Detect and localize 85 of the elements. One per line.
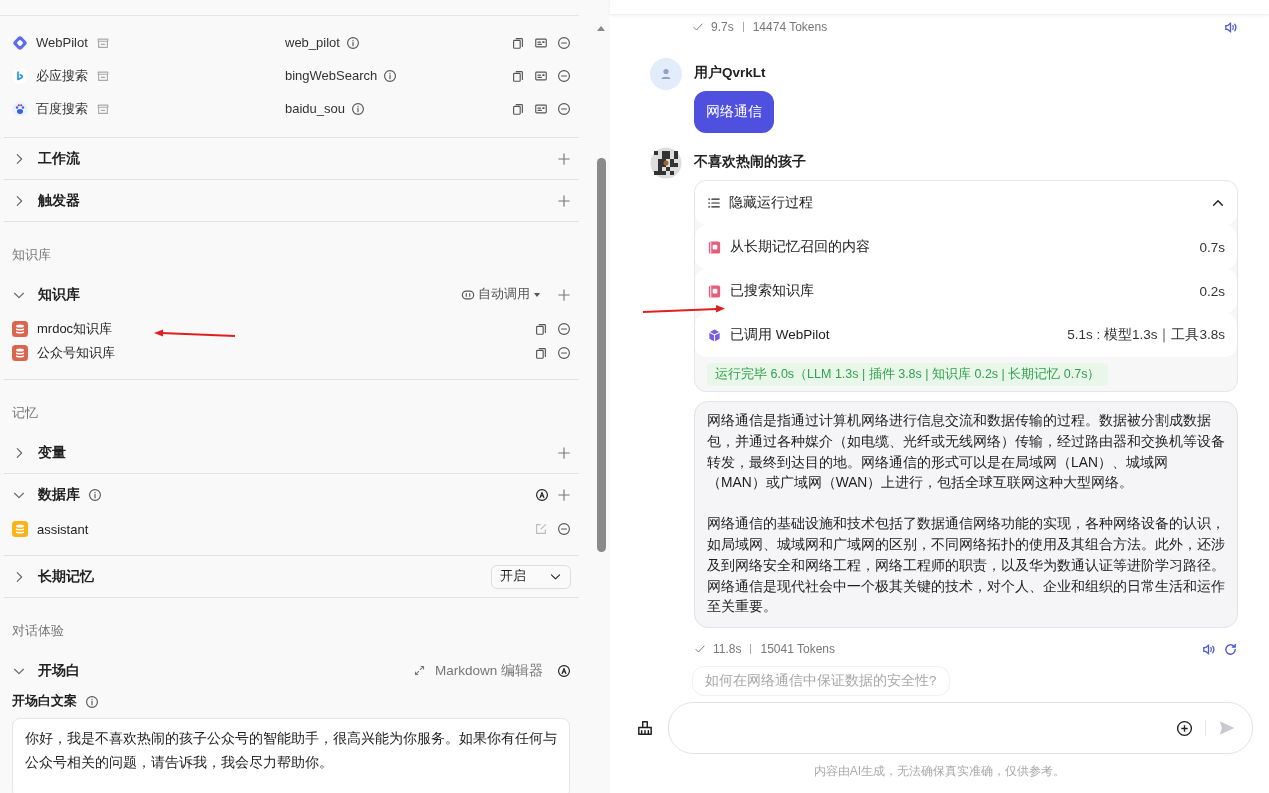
list-icon [707, 196, 721, 210]
card-icon[interactable] [534, 101, 548, 116]
answer-paragraph: 网络通信的基础设施和技术包括了数据通信网络功能的实现，各种网络设备的认识，如局域网、城域网和广域网的区别，不同网络拓扑的使用及其组合方法。此外，还涉及到网络安全和网络工程，网络工程师的职责，以及华为数通认证等进阶学习路径。网络通信是现代社会中一个极其关键的技术，对个人、企业和组织的日常生活和运作至关重要。 [707, 515, 1225, 617]
store-icon [96, 68, 110, 83]
copy-icon[interactable] [534, 346, 548, 360]
section-title[interactable]: 变量 [38, 443, 66, 462]
plugin-name: WebPilot [36, 35, 88, 50]
scroll-up-icon[interactable] [596, 24, 606, 32]
response-time: 9.7s [711, 20, 734, 34]
plugin-name: 百度搜索 [36, 99, 88, 118]
user-name: 用户QvrkLt [694, 64, 767, 82]
plugin-api-name: baidu_sou [285, 101, 345, 116]
card-icon[interactable] [534, 35, 548, 50]
token-count: 15041 Tokens [760, 642, 835, 657]
group-label: 记忆 [11, 404, 39, 422]
copy-icon[interactable] [534, 322, 548, 336]
check-icon [692, 21, 704, 33]
expand-icon[interactable] [412, 664, 426, 677]
speaker-icon[interactable] [1201, 641, 1216, 657]
plugin-api-name: web_pilot [285, 35, 340, 50]
info-icon [383, 68, 398, 83]
response-time: 11.8s [713, 642, 742, 657]
field-label: 开场白文案 [12, 693, 77, 710]
copy-icon[interactable] [511, 68, 525, 83]
info-icon [345, 35, 360, 50]
database-icon [12, 521, 28, 537]
copy-icon[interactable] [511, 35, 525, 50]
group-label: 对话体验 [11, 622, 65, 640]
scrollbar-thumb[interactable] [597, 158, 606, 552]
card-icon[interactable] [534, 68, 548, 83]
info-icon [351, 101, 365, 116]
remove-icon[interactable] [557, 35, 571, 50]
notebook-icon [707, 283, 722, 299]
store-icon [95, 35, 110, 50]
section-title[interactable]: 工作流 [38, 149, 80, 168]
opening-text-field[interactable]: 你好，我是不喜欢热闹的孩子公众号的智能助手，很高兴能为你服务。如果你有任何与公众号相关的问题，请告诉我，我会尽力帮助你。 [12, 718, 570, 793]
auto-icon[interactable] [535, 487, 549, 502]
database-name: assistant [37, 521, 89, 537]
group-label: 知识库 [11, 246, 52, 264]
token-count: 14474 Tokens [752, 20, 828, 34]
bot-name: 不喜欢热闹的孩子 [694, 153, 807, 171]
remove-icon[interactable] [557, 68, 571, 83]
select-dropdown[interactable]: 开启 [491, 564, 571, 589]
speaker-icon[interactable] [1223, 19, 1238, 35]
bot-avatar [650, 147, 682, 179]
user-message: 网络通信 [694, 91, 774, 133]
remove-icon[interactable] [557, 522, 571, 536]
info-icon [85, 694, 99, 709]
section-title[interactable]: 触发器 [38, 191, 80, 210]
remove-icon[interactable] [557, 322, 571, 336]
editor-link[interactable]: Markdown 编辑器 [434, 661, 543, 680]
plugin-name: 必应搜索 [36, 66, 88, 85]
remove-icon[interactable] [557, 101, 571, 116]
add-circle-icon[interactable] [1176, 719, 1193, 737]
section-title[interactable]: 开场白 [38, 661, 80, 680]
paw-logo-icon [12, 100, 28, 117]
answer-paragraph: 网络通信是指通过计算机网络进行信息交流和数据传输的过程。数据被分割成数据包，并通过各种媒介（如电缆、光纤或无线网络）传输，经过路由器和交换机等设备转发，最终到达目的地。网络通信的形式可以是在局域网（LAN）、城域网（MAN）或广域网（WAN）上进行，包括全球互联网这种大型网络。 [707, 412, 1225, 493]
notebook-icon [707, 239, 722, 255]
clear-icon[interactable] [636, 719, 654, 737]
process-step: 已调用 WebPilot 5.1s : 模型1.3s｜工具3.8s [695, 313, 1237, 357]
section-title[interactable]: 长期记忆 [38, 567, 94, 586]
store-icon [96, 101, 110, 116]
remove-icon[interactable] [557, 346, 571, 360]
process-step: 已搜索知识库 0.2s [695, 269, 1237, 313]
auto-icon[interactable] [557, 663, 571, 678]
process-step: 从长期记忆召回的内容 0.7s [695, 225, 1237, 269]
caret-icon [533, 290, 541, 299]
knowledge-base-name: mrdoc知识库 [37, 320, 113, 338]
copy-icon[interactable] [511, 101, 525, 116]
section-title[interactable]: 知识库 [38, 285, 80, 304]
plugin-api-name: bingWebSearch [285, 68, 378, 83]
section-title[interactable]: 数据库 [38, 485, 80, 504]
refresh-icon[interactable] [1223, 641, 1238, 657]
mode-dropdown[interactable]: 自动调用 [461, 286, 541, 303]
b-logo-icon [12, 67, 28, 84]
run-summary: 运行完毕 6.0s（LLM 1.3s | 插件 3.8s | 知识库 0.2s | 长期记忆 0.7s） [707, 363, 1109, 386]
message-input[interactable] [668, 702, 1253, 754]
database-icon [12, 321, 28, 337]
cube-icon [707, 327, 722, 343]
user-avatar [650, 58, 682, 90]
disclaimer: 内容由AI生成，无法确保真实准确，仅供参考。 [812, 763, 1067, 780]
toggle-icon [461, 287, 475, 302]
process-toggle[interactable]: 隐藏运行过程 [695, 181, 1237, 225]
database-icon [12, 345, 28, 361]
knowledge-base-name: 公众号知识库 [37, 344, 115, 362]
